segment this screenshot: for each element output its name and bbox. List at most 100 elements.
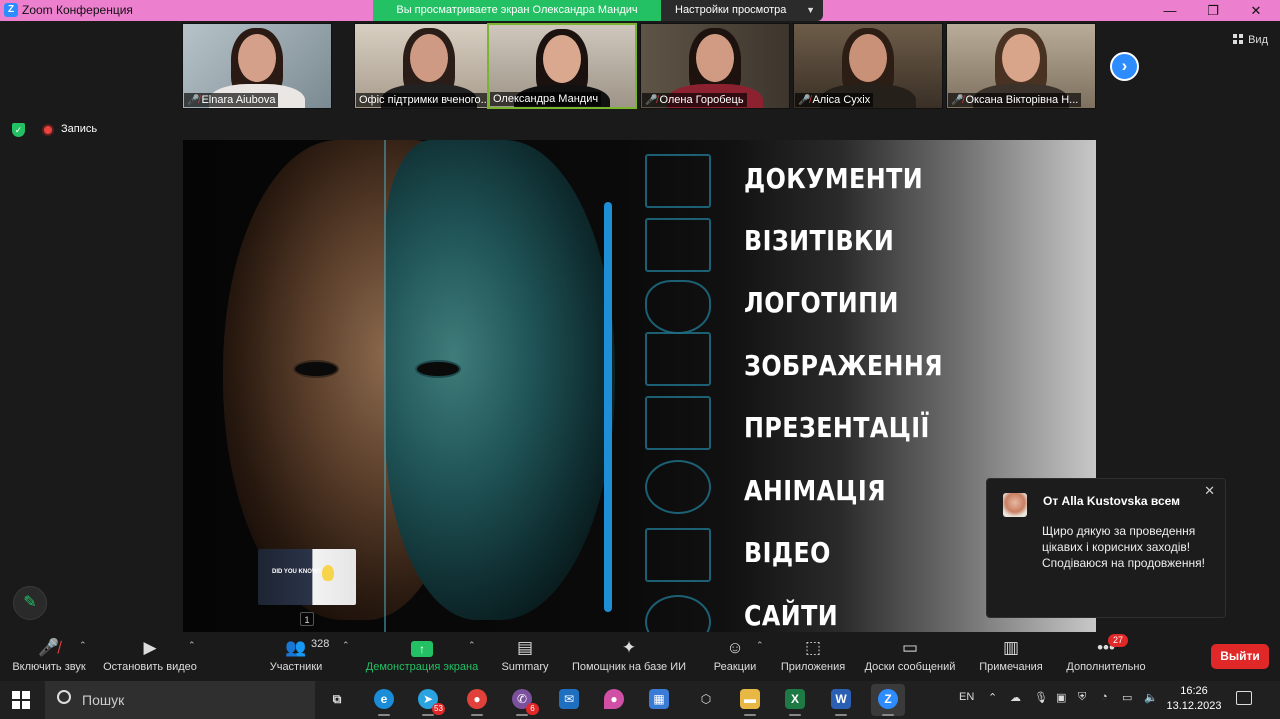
documents-icon — [645, 154, 711, 208]
slide-page-number: 1 — [300, 612, 314, 626]
wifi-icon[interactable]: ◔ — [1101, 691, 1108, 703]
reactions-label: Реакции — [713, 661, 757, 673]
viber-icon[interactable]: ✆ 6 — [505, 684, 539, 716]
taskbar-search[interactable]: Пошук — [45, 681, 315, 719]
chevron-up-icon[interactable]: ⌃ — [188, 640, 196, 651]
participant-tile[interactable]: Офіс підтримки вченого... — [354, 23, 504, 109]
robot-face-image-cyan — [385, 140, 615, 620]
telegram-badge: 53 — [432, 703, 445, 715]
participant-tile[interactable]: 🎤̸ Elnara Aiubova — [182, 23, 332, 109]
chevron-up-icon[interactable]: ⌃ — [79, 640, 87, 651]
avatar — [1003, 493, 1027, 517]
leave-button[interactable]: Выйти — [1211, 644, 1269, 669]
camera-icon[interactable]: ▣ — [1056, 691, 1066, 704]
share-screen-button[interactable]: ↑ Демонстрация экрана ⌃ — [362, 632, 482, 681]
participant-strip: 🎤̸ Elnara Aiubova Офіс підтримки вченого.… — [182, 23, 1096, 110]
summary-button[interactable]: ▤ Summary — [496, 632, 554, 681]
stop-video-button[interactable]: ▶ Остановить видео ⌃ — [98, 632, 202, 681]
participant-face — [238, 34, 276, 82]
chevron-up-icon[interactable]: ⌃ — [342, 640, 350, 651]
notifications-icon[interactable] — [1236, 691, 1252, 705]
participant-face — [543, 35, 581, 83]
more-dots-icon: ••• — [1097, 638, 1115, 657]
clock-time: 16:26 — [1180, 685, 1208, 697]
whiteboards-button[interactable]: ▭ Доски сообщений — [860, 632, 960, 681]
windows-start-icon[interactable] — [12, 691, 30, 709]
zoom-window: Z Zoom Конференция Вы просматриваете экр… — [0, 0, 1280, 719]
volume-icon[interactable]: 🔈 — [1144, 691, 1158, 704]
notes-icon: ▥ — [1002, 638, 1020, 657]
view-button[interactable]: Вид — [1233, 30, 1268, 50]
apps-button[interactable]: ⬚ Приложения — [776, 632, 850, 681]
onedrive-icon[interactable]: ☁ — [1010, 691, 1021, 704]
participant-tile[interactable]: 🎤̸ Оксана Вікторівна Н... — [946, 23, 1096, 109]
ai-assistant-button[interactable]: ✦ Помощник на базе ИИ — [566, 632, 692, 681]
next-page-arrow-icon[interactable]: › — [1110, 52, 1139, 81]
presentation-board-icon — [645, 396, 711, 450]
chevron-up-icon[interactable]: ⌃ — [988, 691, 997, 704]
store-icon[interactable]: ▦ — [642, 684, 676, 716]
participant-tile[interactable]: 🎤̸ Аліса Сухіх — [793, 23, 943, 109]
chrome-icon[interactable]: ● — [460, 684, 494, 716]
muted-mic-icon: 🎤̸ — [798, 95, 811, 106]
participant-name-text: Elnara Aiubova — [201, 94, 276, 106]
notes-button[interactable]: ▥ Примечания — [974, 632, 1048, 681]
view-settings-button[interactable]: Настройки просмотра ▼ — [661, 0, 823, 21]
chevron-down-icon: ▼ — [806, 5, 815, 15]
telegram-icon[interactable]: ➤ 53 — [411, 684, 445, 716]
participants-button[interactable]: 👥 Участники 328 ⌃ — [262, 632, 350, 681]
sparkle-icon: ✦ — [621, 638, 637, 657]
excel-icon[interactable]: X — [778, 684, 812, 716]
recording-dot-icon — [42, 124, 54, 136]
close-window-button[interactable]: ✕ — [1236, 0, 1276, 21]
mail-icon[interactable]: ✉ — [552, 684, 586, 716]
3d-box-icon[interactable]: ⬡ — [689, 684, 723, 716]
participant-name-text: Оксана Вікторівна Н... — [965, 94, 1079, 106]
participant-face — [410, 34, 448, 82]
diamond-logo-icon — [645, 280, 711, 334]
participant-face — [849, 34, 887, 82]
robot-eye — [293, 360, 339, 378]
business-card-icon — [645, 218, 711, 272]
microphone-icon[interactable]: 🎙 — [1034, 691, 1048, 704]
close-icon[interactable]: ✕ — [1204, 483, 1215, 499]
participant-tile-active-speaker[interactable]: Олександра Мандич — [487, 23, 637, 109]
ai-assistant-label: Помощник на базе ИИ — [571, 661, 687, 673]
battery-icon[interactable]: ▭ — [1122, 691, 1132, 704]
more-badge: 27 — [1108, 634, 1128, 647]
film-reel-icon — [645, 460, 711, 514]
smiley-plus-icon: ☺ — [726, 638, 744, 657]
viber-badge: 6 — [526, 703, 539, 715]
annotate-pencil-icon[interactable]: ✎ — [13, 586, 47, 620]
maximize-button[interactable]: ❐ — [1193, 0, 1233, 21]
word-icon[interactable]: W — [824, 684, 858, 716]
window-title: Zoom Конференция — [22, 3, 133, 17]
zoom-logo-icon: Z — [4, 3, 18, 17]
participant-tile[interactable]: 🎤̸ Олена Горобець — [640, 23, 790, 109]
task-view-icon[interactable]: ⧉ — [320, 684, 354, 716]
reactions-button[interactable]: ☺ Реакции ⌃ — [708, 632, 764, 681]
slide-item-video: ВІДЕО — [744, 536, 831, 569]
participant-face — [696, 34, 734, 82]
encryption-shield-icon[interactable]: ✓ — [12, 123, 25, 137]
chat-notification[interactable]: От Alla Kustovska всем ✕ Щиро дякую за п… — [986, 478, 1226, 618]
video-camera-icon: ▶ — [143, 638, 157, 657]
language-indicator[interactable]: EN — [959, 691, 974, 703]
chevron-up-icon[interactable]: ⌃ — [756, 640, 764, 651]
more-button[interactable]: ••• Дополнительно 27 — [1062, 632, 1150, 681]
edge-browser-icon[interactable]: e — [367, 684, 401, 716]
whiteboard-icon: ▭ — [901, 638, 919, 657]
zoom-taskbar-icon[interactable]: Z — [871, 684, 905, 716]
chevron-up-icon[interactable]: ⌃ — [468, 640, 476, 651]
minimize-button[interactable]: — — [1150, 0, 1190, 21]
recording-label[interactable]: Запись — [61, 123, 97, 135]
participants-label: Участники — [269, 661, 323, 673]
file-explorer-icon[interactable]: ▬ — [733, 684, 767, 716]
paint-icon[interactable]: ● — [597, 684, 631, 716]
did-you-know-thumbnail[interactable]: DID YOU KNOW? — [258, 549, 356, 605]
muted-mic-icon: 🎤̸ — [951, 95, 964, 106]
taskbar-clock[interactable]: 16:26 13.12.2023 — [1163, 684, 1225, 714]
more-label: Дополнительно — [1066, 661, 1146, 673]
security-shield-icon[interactable]: ⛨ — [1078, 691, 1086, 704]
unmute-button[interactable]: 🎤̸ Включить звук ⌃ — [4, 632, 94, 681]
